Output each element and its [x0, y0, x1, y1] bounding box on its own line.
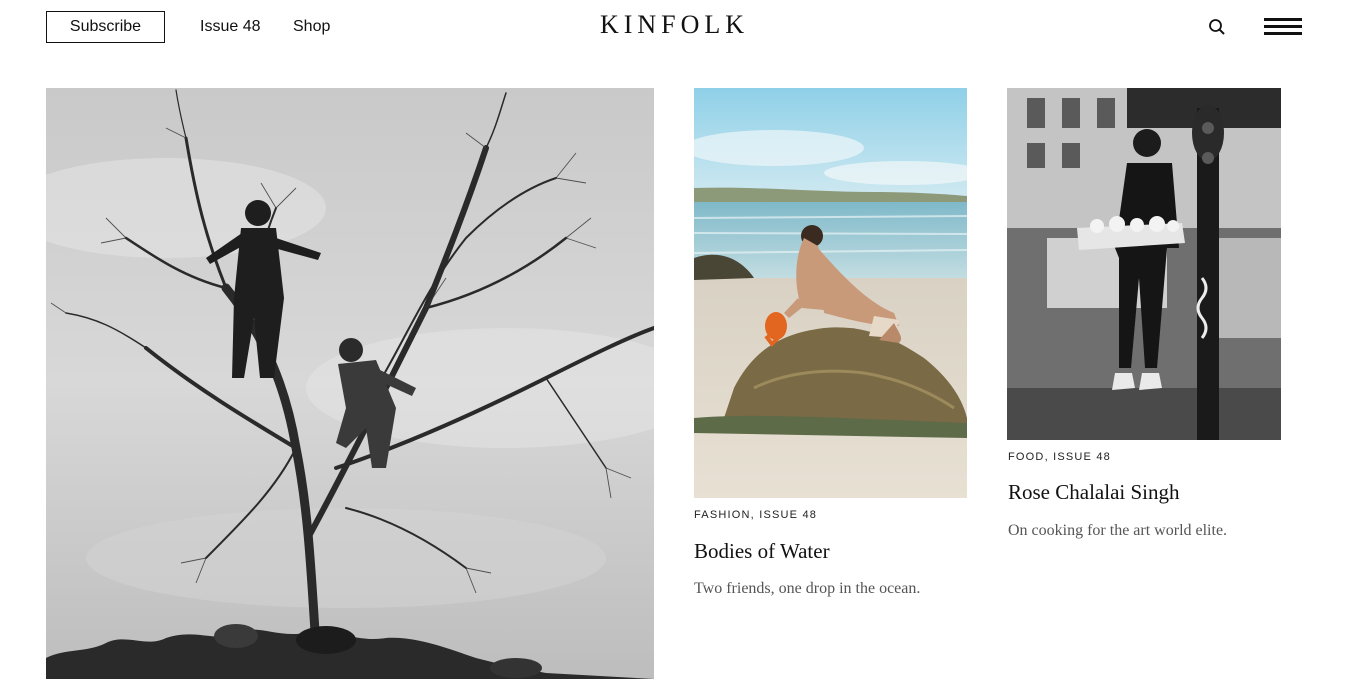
nav-link-shop[interactable]: Shop	[293, 18, 330, 36]
search-icon[interactable]	[1207, 17, 1227, 37]
feature-photo-tree-climbers[interactable]	[46, 88, 654, 679]
subscribe-button[interactable]: Subscribe	[46, 11, 165, 43]
site-logo[interactable]: KINFOLK	[600, 10, 749, 39]
nav-link-issue-48[interactable]: Issue 48	[200, 18, 260, 36]
article-description: Two friends, one drop in the ocean.	[694, 580, 921, 597]
article-title[interactable]: Rose Chalalai Singh	[1008, 480, 1180, 505]
article-photo-rose-chalalai-singh[interactable]	[1007, 88, 1281, 440]
article-category: FOOD, ISSUE 48	[1008, 451, 1111, 463]
site-header: Subscribe Issue 48 Shop KINFOLK	[0, 0, 1349, 60]
article-description: On cooking for the art world elite.	[1008, 522, 1228, 539]
article-title[interactable]: Bodies of Water	[694, 539, 830, 564]
article-photo-bodies-of-water[interactable]	[694, 88, 967, 498]
hamburger-menu-icon[interactable]	[1264, 18, 1302, 36]
article-category: FASHION, ISSUE 48	[694, 509, 818, 521]
